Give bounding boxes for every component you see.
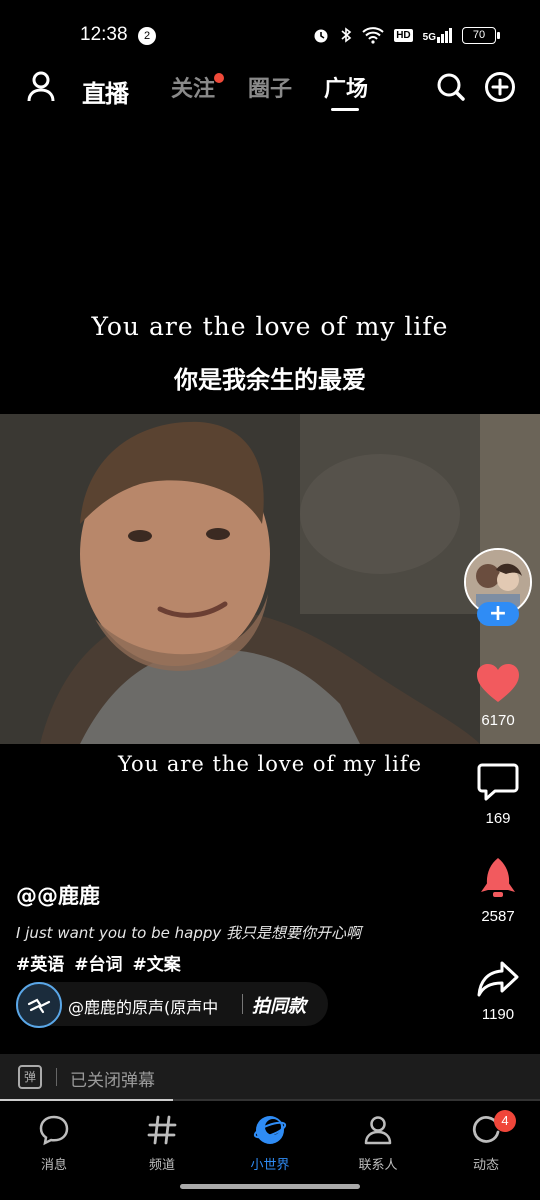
music-disc-icon (16, 982, 62, 1028)
heart-icon (477, 664, 519, 702)
nav-small-world[interactable]: 小世界 (230, 1114, 310, 1173)
profile-icon[interactable] (26, 70, 56, 104)
small-world-icon (253, 1116, 287, 1144)
boost-count: 2587 (481, 908, 515, 925)
author-name[interactable]: @@鹿鹿 (16, 880, 100, 910)
hashtag-list: #英语 #台词 #文案 (16, 950, 181, 975)
status-bar: 12:38 2 HD 5G 70 (0, 0, 540, 70)
share-button[interactable]: 1190 (470, 960, 526, 1023)
home-indicator[interactable] (180, 1184, 360, 1189)
share-arrow-icon (477, 961, 519, 997)
caption-chinese: 你是我余生的最爱 (174, 366, 366, 394)
caption-english: You are the love of my life (91, 312, 449, 341)
message-icon (39, 1115, 69, 1146)
hashtag-icon (147, 1115, 177, 1145)
live-entry-button[interactable]: 直播 (82, 74, 129, 109)
alarm-icon (314, 29, 328, 43)
new-content-dot (214, 73, 225, 83)
nav-channels[interactable]: 频道 (122, 1114, 202, 1173)
tab-square[interactable]: 广场 (324, 71, 368, 103)
top-nav: 直播 关注 圈子 广场 (0, 62, 540, 118)
like-button[interactable]: 6170 (470, 662, 526, 729)
nav-label: 小世界 (250, 1158, 290, 1173)
comment-count: 169 (485, 810, 511, 827)
status-icons: HD 5G 70 (312, 26, 500, 44)
battery-icon: 70 (462, 26, 500, 44)
danmaku-bar[interactable]: 弹 已关闭弹幕 (0, 1054, 540, 1100)
divider (242, 994, 243, 1014)
notification-count-badge: 2 (138, 27, 156, 45)
nav-activity[interactable]: 4 动态 (446, 1110, 526, 1173)
nav-label: 动态 (472, 1158, 499, 1173)
nav-contacts[interactable]: 联系人 (338, 1114, 418, 1173)
bluetooth-icon (341, 27, 352, 43)
wifi-icon (362, 27, 384, 44)
tab-circles[interactable]: 圈子 (248, 71, 292, 103)
active-tab-indicator (331, 108, 359, 111)
music-title: @鹿鹿的原声(原声中 (68, 998, 219, 1017)
nav-label: 联系人 (358, 1158, 398, 1173)
tab-label: 关注 (171, 77, 216, 102)
danmaku-toggle-icon[interactable]: 弹 (18, 1065, 42, 1089)
nav-label: 频道 (148, 1158, 175, 1173)
boost-button[interactable]: 2587 (470, 856, 526, 925)
nav-messages[interactable]: 消息 (14, 1114, 94, 1173)
share-count: 1190 (481, 1006, 515, 1023)
video-frame[interactable] (0, 414, 540, 744)
status-time: 12:38 (80, 24, 128, 45)
hd-icon: HD (394, 28, 413, 42)
same-style-button[interactable]: 拍同款 (252, 992, 306, 1018)
video-progress-fill (0, 1099, 173, 1101)
comment-icon (477, 763, 519, 801)
contacts-icon (364, 1116, 392, 1145)
video-progress-bar[interactable] (0, 1099, 540, 1101)
comment-button[interactable]: 169 (470, 762, 526, 827)
cell-signal-icon: 5G (423, 27, 452, 43)
hashtag[interactable]: #英语 (16, 950, 64, 975)
divider (56, 1068, 57, 1086)
video-subtitle: You are the love of my life (117, 752, 423, 776)
search-icon[interactable] (436, 70, 466, 104)
danmaku-status: 已关闭弹幕 (70, 1071, 155, 1091)
hashtag[interactable]: #台词 (74, 950, 122, 975)
nav-label: 消息 (40, 1158, 67, 1173)
activity-badge: 4 (494, 1110, 516, 1132)
like-count: 6170 (481, 712, 515, 729)
music-bar[interactable]: @鹿鹿的原声(原声中 拍同款 (16, 982, 328, 1028)
hashtag[interactable]: #文案 (133, 950, 181, 975)
post-description: I just want you to be happy 我只是想要你开心啊 (16, 924, 362, 942)
tab-following[interactable]: 关注 (171, 71, 225, 103)
rocket-icon (481, 858, 515, 897)
add-circle-icon[interactable] (484, 70, 516, 104)
follow-button[interactable]: + (477, 602, 519, 626)
video-scene-image (0, 414, 540, 744)
